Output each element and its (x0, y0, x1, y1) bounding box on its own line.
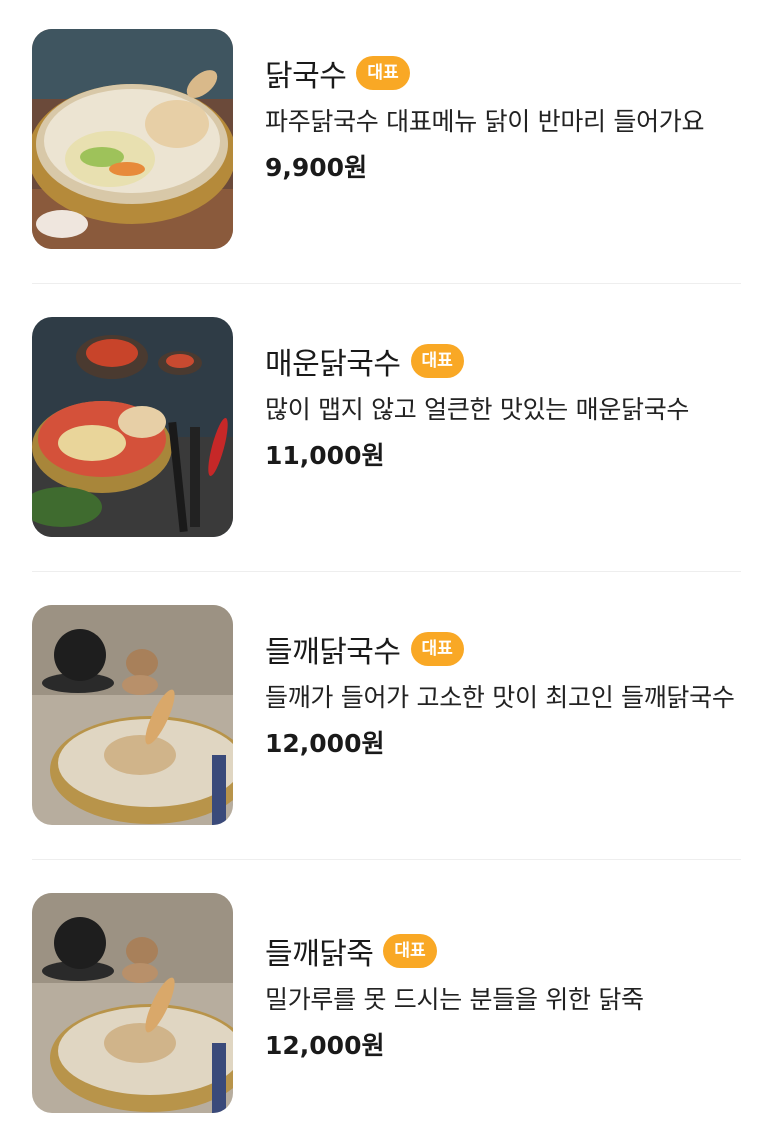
menu-item-info: 닭국수 대표 파주닭국수 대표메뉴 닭이 반마리 들어가요 9,900원 (265, 51, 741, 185)
title-row: 들깨닭국수 대표 (265, 627, 741, 671)
menu-item-price: 12,000원 (265, 1031, 385, 1060)
menu-item-maeun-dak-guksu[interactable]: 매운닭국수 대표 많이 맵지 않고 얼큰한 맛있는 매운닭국수 11,000원 (32, 317, 741, 539)
signature-badge: 대표 (383, 934, 437, 968)
menu-item-name: 들깨닭죽 (265, 937, 374, 972)
spicy-chicken-noodle-photo[interactable] (32, 317, 233, 537)
signature-badge: 대표 (410, 632, 464, 666)
chicken-noodle-soup-photo[interactable] (32, 29, 233, 249)
title-row: 들깨닭죽 대표 (265, 929, 741, 973)
signature-badge: 대표 (410, 344, 464, 378)
food-image (32, 893, 233, 1113)
menu-item-name: 매운닭국수 (265, 347, 401, 382)
food-image (32, 317, 233, 537)
signature-badge: 대표 (356, 56, 410, 90)
menu-item-description: 밀가루를 못 드시는 분들을 위한 닭죽 (265, 985, 644, 1014)
menu-item-info: 매운닭국수 대표 많이 맵지 않고 얼큰한 맛있는 매운닭국수 11,000원 (265, 339, 741, 473)
menu-item-price: 9,900원 (265, 153, 368, 182)
divider (32, 283, 741, 284)
divider (32, 571, 741, 572)
menu-item-info: 들깨닭죽 대표 밀가루를 못 드시는 분들을 위한 닭죽 12,000원 (265, 929, 741, 1063)
menu-item-name: 닭국수 (265, 59, 347, 94)
menu-item-description: 들깨가 들어가 고소한 맛이 최고인 들깨닭국수 (265, 683, 735, 712)
perilla-chicken-porridge-photo[interactable] (32, 893, 233, 1113)
menu-item-price: 12,000원 (265, 729, 385, 758)
menu-item-deulkkae-dak-guksu[interactable]: 들깨닭국수 대표 들깨가 들어가 고소한 맛이 최고인 들깨닭국수 12,000… (32, 605, 741, 827)
title-row: 닭국수 대표 (265, 51, 741, 95)
title-row: 매운닭국수 대표 (265, 339, 741, 383)
menu-item-description: 파주닭국수 대표메뉴 닭이 반마리 들어가요 (265, 107, 705, 136)
menu-item-description: 많이 맵지 않고 얼큰한 맛있는 매운닭국수 (265, 395, 690, 424)
menu-item-price: 11,000원 (265, 441, 385, 470)
food-image (32, 29, 233, 249)
food-image (32, 605, 233, 825)
divider (32, 859, 741, 860)
menu-item-name: 들깨닭국수 (265, 635, 401, 670)
perilla-chicken-noodle-photo[interactable] (32, 605, 233, 825)
menu-item-info: 들깨닭국수 대표 들깨가 들어가 고소한 맛이 최고인 들깨닭국수 12,000… (265, 627, 741, 761)
menu-item-deulkkae-dak-juk[interactable]: 들깨닭죽 대표 밀가루를 못 드시는 분들을 위한 닭죽 12,000원 (32, 893, 741, 1115)
menu-item-dak-guksu[interactable]: 닭국수 대표 파주닭국수 대표메뉴 닭이 반마리 들어가요 9,900원 (32, 29, 741, 251)
